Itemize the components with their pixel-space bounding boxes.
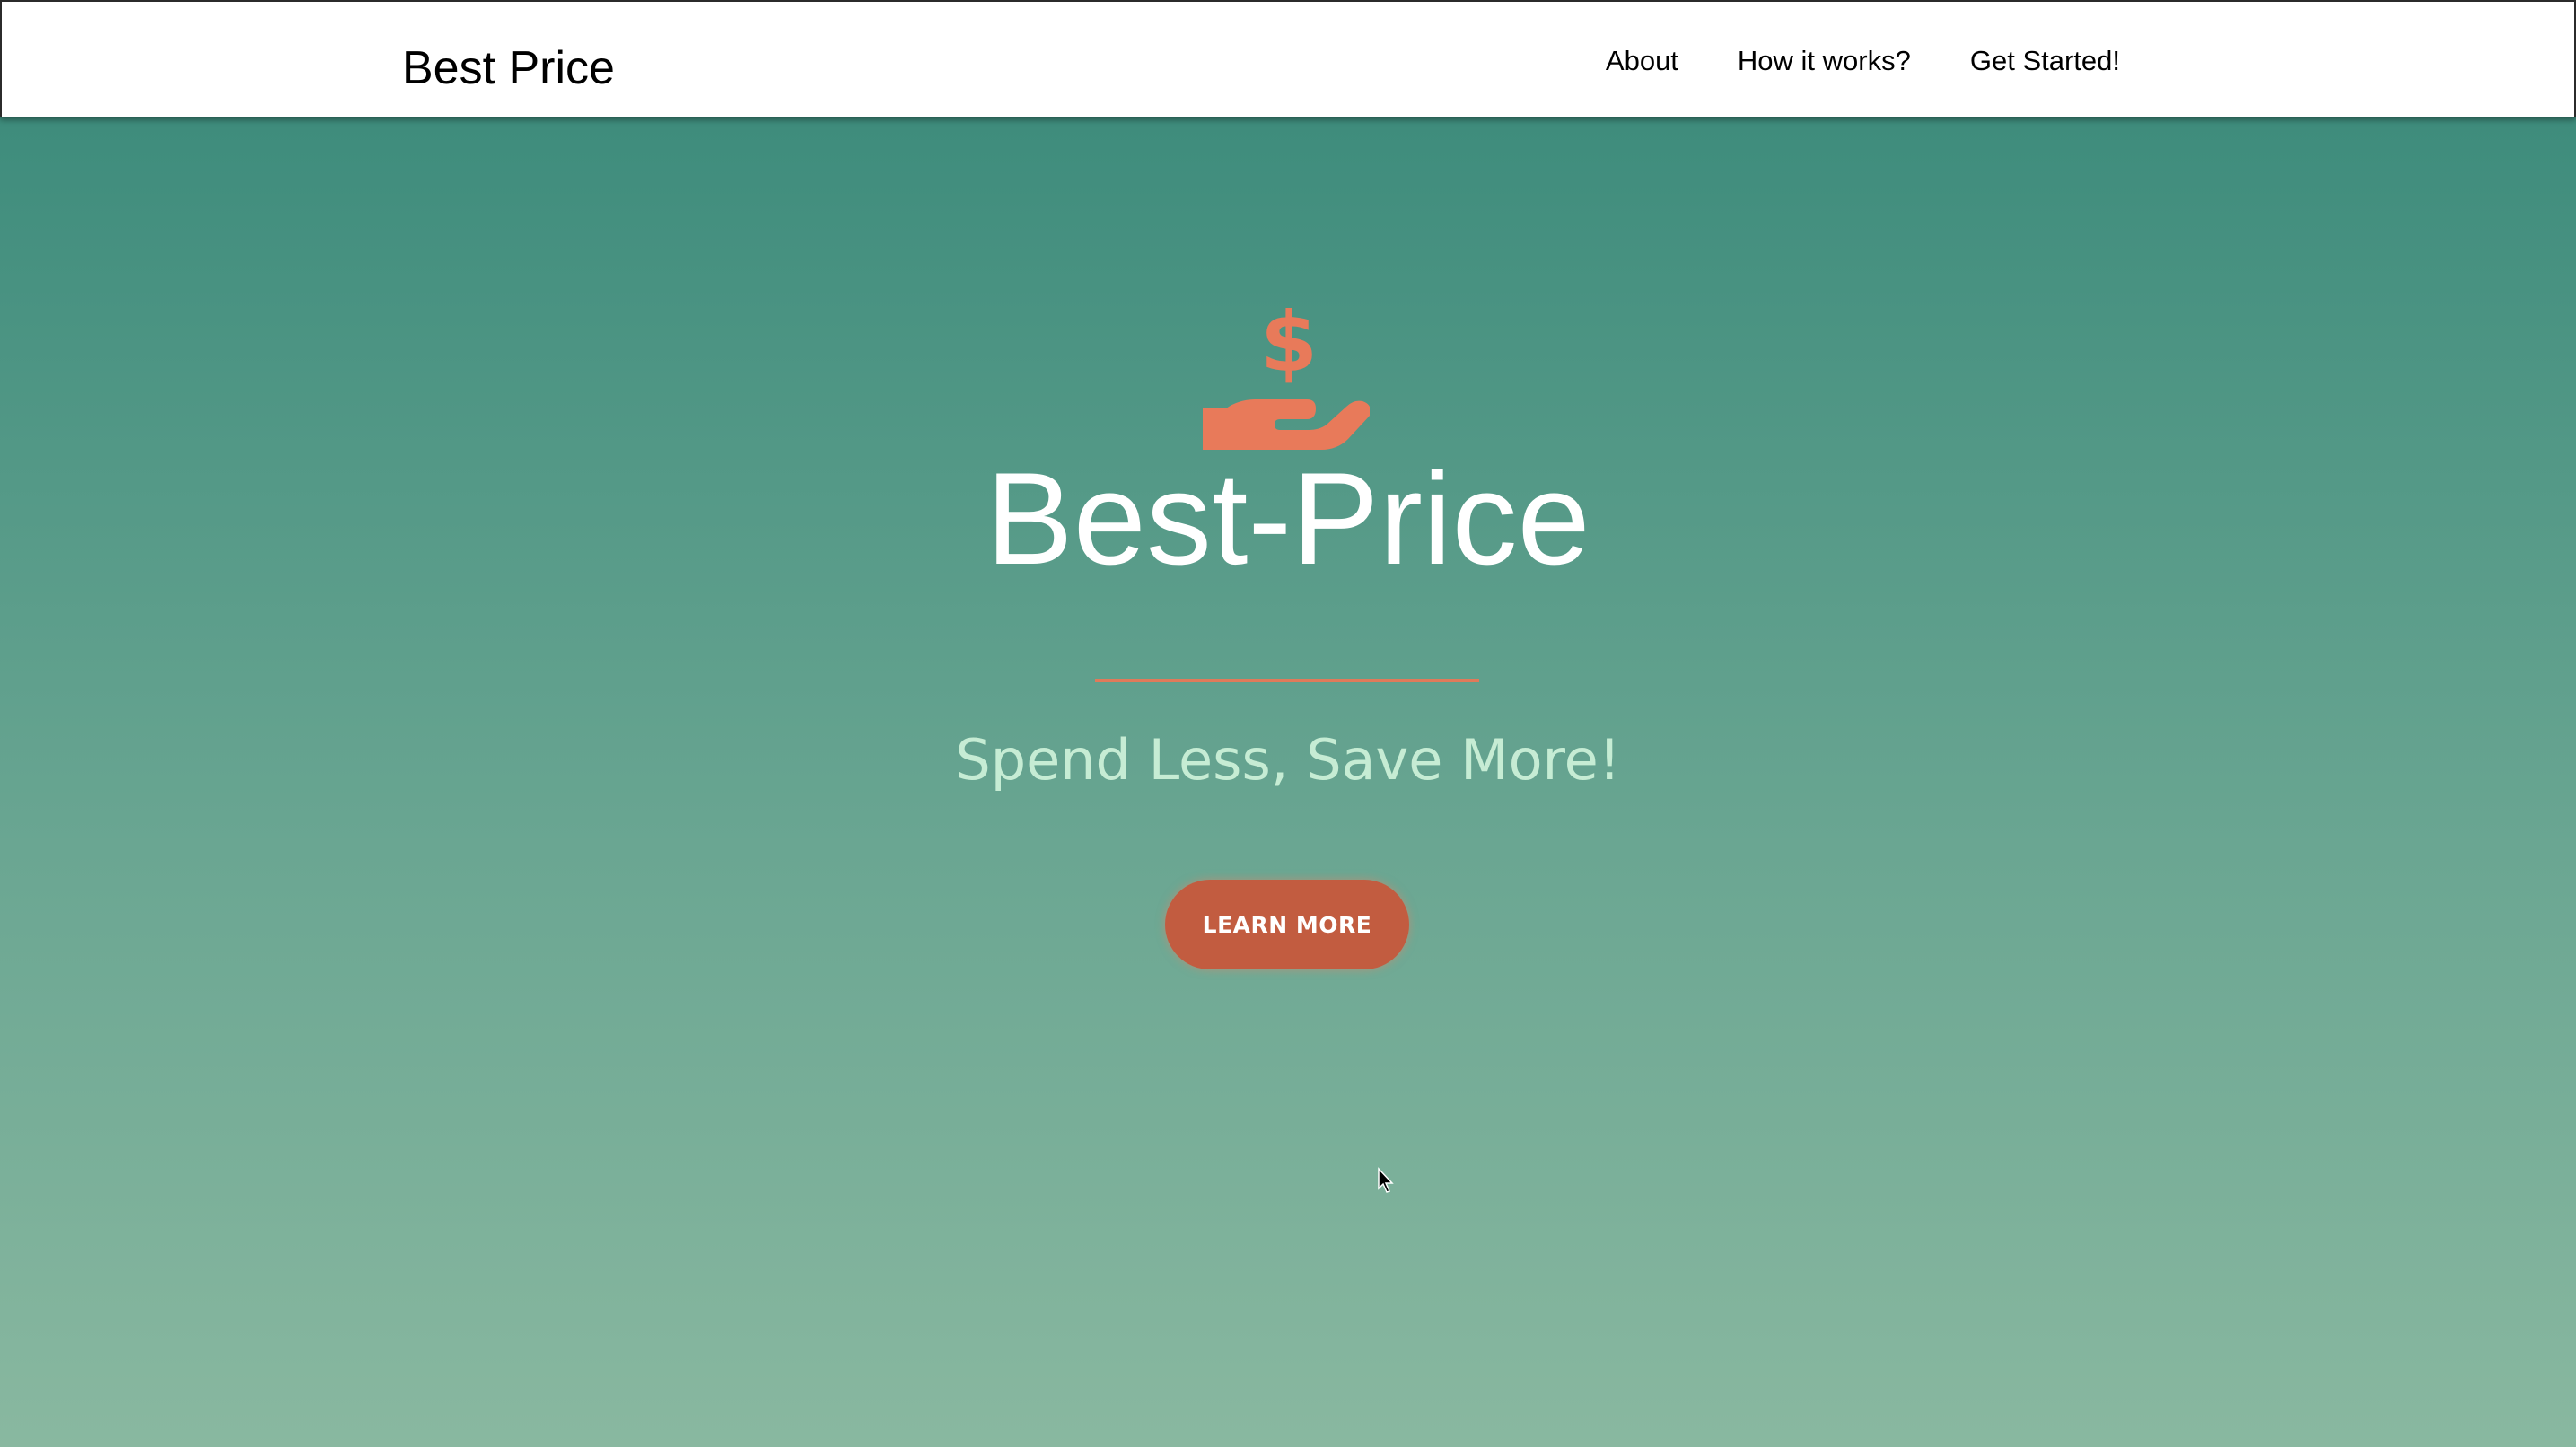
hero-title: Best-Price [986, 445, 1590, 592]
hand-holding-dollar-icon: $ [1203, 301, 1370, 450]
nav-link-get-started[interactable]: Get Started! [1970, 45, 2120, 77]
hero-section: $ Best-Price Spend Less, Save More! LEAR… [0, 117, 2576, 1447]
hero-divider [1095, 679, 1479, 682]
nav-link-how-it-works[interactable]: How it works? [1738, 45, 1911, 77]
learn-more-button[interactable]: LEARN MORE [1165, 880, 1409, 969]
navbar: Best Price About How it works? Get Start… [0, 0, 2576, 117]
nav-link-about[interactable]: About [1606, 45, 1678, 77]
brand-logo[interactable]: Best Price [402, 41, 615, 95]
svg-text:$: $ [1260, 301, 1318, 390]
mouse-cursor-icon [1378, 1167, 1394, 1193]
hero-tagline: Spend Less, Save More! [955, 727, 1621, 793]
nav-links: About How it works? Get Started! [1606, 45, 2120, 77]
